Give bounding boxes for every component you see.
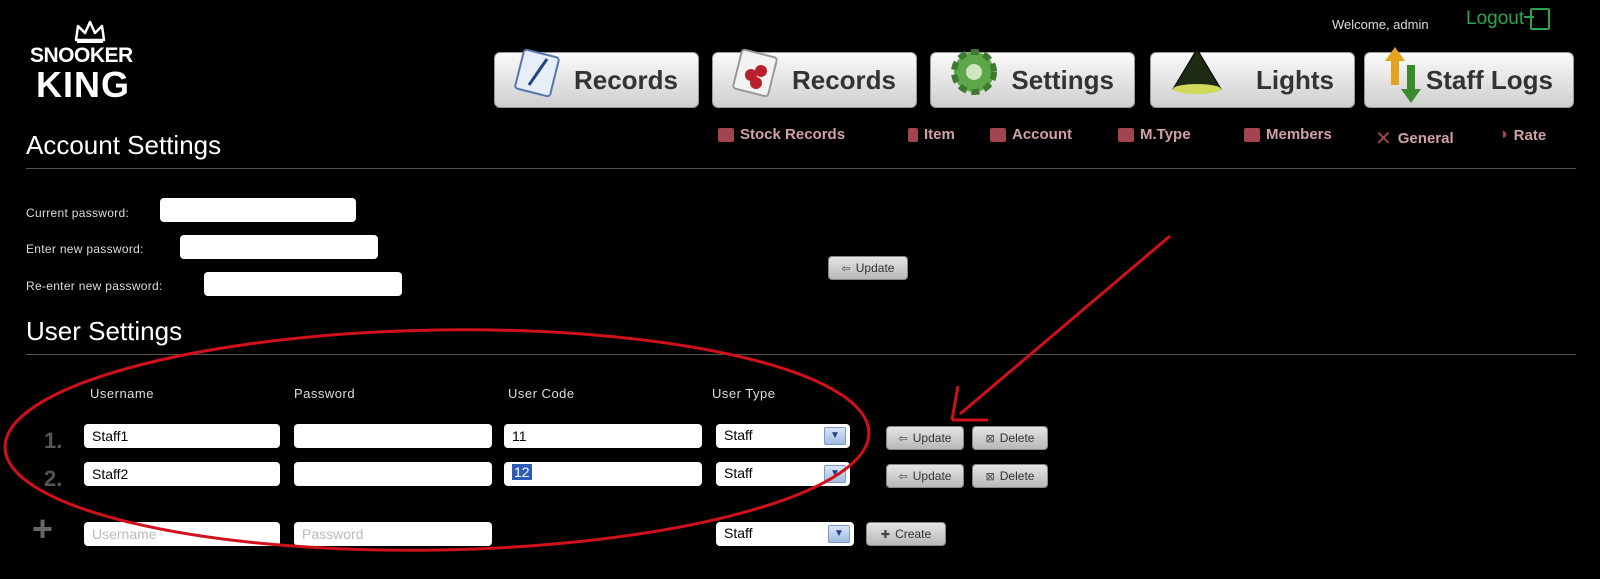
- update-icon: ⇦: [898, 470, 908, 483]
- user-type-select[interactable]: Staff ▼: [716, 424, 850, 448]
- snooker-king-logo: SNOOKER KING: [26, 18, 156, 108]
- gear-icon: [951, 49, 997, 95]
- user-type-select[interactable]: Staff ▼: [716, 462, 850, 486]
- tab-label: Staff Logs: [1425, 64, 1553, 95]
- logout-icon: [1524, 8, 1551, 30]
- tab-label: Records: [791, 64, 896, 95]
- tab-staff-logs[interactable]: Staff Logs: [1364, 47, 1574, 108]
- account-icon: [990, 127, 1006, 142]
- current-password-label: Current password:: [26, 206, 130, 220]
- tab-records-1[interactable]: Records: [494, 48, 699, 108]
- new-password-field[interactable]: [180, 235, 378, 259]
- update-icon: ⇦: [841, 262, 851, 275]
- subnav-m-type[interactable]: M.Type: [1118, 126, 1191, 143]
- tab-label: Records: [573, 64, 678, 95]
- subnav-members[interactable]: Members: [1244, 126, 1332, 143]
- row-delete-button[interactable]: ⊠ Delete: [972, 464, 1048, 488]
- column-header-username: Username: [90, 386, 154, 401]
- account-settings-title: Account Settings: [26, 130, 222, 160]
- column-header-user-type: User Type: [712, 386, 776, 401]
- new-username-field[interactable]: [84, 522, 280, 546]
- rate-icon: ◑: [1498, 126, 1508, 143]
- reenter-password-field[interactable]: [204, 272, 402, 296]
- annotation-arrow-line: [959, 234, 1171, 416]
- tab-label: Settings: [1011, 64, 1114, 95]
- tab-label: Lights: [1256, 64, 1334, 95]
- row-update-button[interactable]: ⇦ Update: [886, 426, 964, 450]
- row-update-button[interactable]: ⇦ Update: [886, 464, 964, 488]
- row-number: 1.: [44, 428, 63, 453]
- logout-link[interactable]: Logout: [1466, 8, 1551, 30]
- item-icon: [908, 127, 918, 142]
- delete-icon: ⊠: [985, 470, 995, 483]
- balls-icon: [732, 48, 778, 98]
- chevron-down-icon: ▼: [828, 525, 850, 543]
- user-code-field[interactable]: 12: [504, 462, 702, 486]
- tab-settings[interactable]: Settings: [930, 49, 1135, 108]
- tools-icon: ✕: [1375, 128, 1392, 150]
- account-update-button[interactable]: ⇦ Update: [828, 256, 908, 280]
- current-password-field[interactable]: [160, 198, 356, 222]
- create-button[interactable]: ✚ Create: [866, 522, 946, 546]
- divider: [26, 168, 1576, 169]
- notepad-icon: [514, 48, 560, 98]
- add-icon: +: [32, 508, 54, 549]
- username-field[interactable]: [84, 462, 280, 486]
- delete-icon: ⊠: [985, 432, 995, 445]
- up-down-arrows-icon: [1385, 47, 1421, 103]
- lamp-icon: [1172, 48, 1222, 94]
- chevron-down-icon: ▼: [824, 465, 846, 483]
- chevron-down-icon: ▼: [824, 427, 846, 445]
- new-password-field[interactable]: [294, 522, 492, 546]
- tab-lights[interactable]: Lights: [1150, 48, 1355, 108]
- column-header-user-code: User Code: [508, 386, 575, 401]
- divider: [26, 354, 1576, 355]
- subnav-rate[interactable]: ◑ Rate: [1498, 126, 1546, 144]
- password-field[interactable]: [294, 424, 492, 448]
- subnav-account[interactable]: Account: [990, 126, 1072, 143]
- membership-type-icon: [1118, 127, 1134, 142]
- username-field[interactable]: [84, 424, 280, 448]
- annotation-arrow-head: [950, 385, 988, 422]
- row-delete-button[interactable]: ⊠ Delete: [972, 426, 1048, 450]
- selected-text: 12: [512, 464, 532, 480]
- update-icon: ⇦: [898, 432, 908, 445]
- subnav-general[interactable]: ✕ General: [1375, 126, 1454, 151]
- create-icon: ✚: [880, 528, 891, 541]
- subnav-item[interactable]: Item: [908, 126, 955, 143]
- new-user-type-select[interactable]: Staff ▼: [716, 522, 854, 546]
- reenter-password-label: Re-enter new password:: [26, 279, 163, 293]
- page: SNOOKER KING Welcome, admin Logout Recor…: [0, 0, 1600, 579]
- new-password-label: Enter new password:: [26, 242, 144, 256]
- column-header-password: Password: [294, 386, 356, 401]
- logo-text-bottom: KING: [36, 64, 130, 105]
- user-settings-title: User Settings: [26, 316, 183, 346]
- logout-label: Logout: [1466, 8, 1525, 29]
- crown-icon: [74, 20, 106, 43]
- members-icon: [1244, 127, 1260, 142]
- welcome-text: Welcome, admin: [1332, 17, 1429, 32]
- stock-icon: [718, 127, 734, 142]
- subnav-stock-records[interactable]: Stock Records: [718, 126, 845, 143]
- user-code-field[interactable]: [504, 424, 702, 448]
- password-field[interactable]: [294, 462, 492, 486]
- tab-records-2[interactable]: Records: [712, 48, 917, 108]
- row-number: 2.: [44, 466, 63, 491]
